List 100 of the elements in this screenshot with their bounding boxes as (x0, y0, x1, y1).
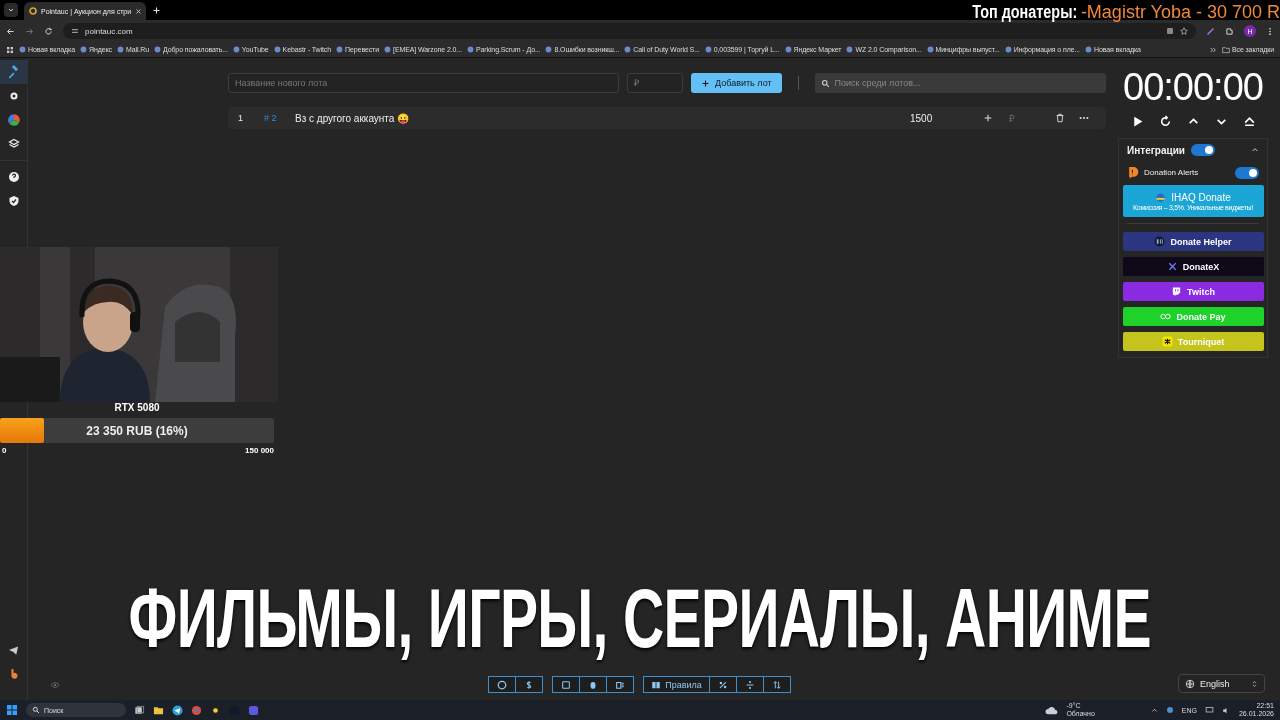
apps-icon[interactable] (6, 45, 14, 54)
favicon-icon (336, 46, 344, 53)
favicon-icon (624, 46, 632, 53)
integration-label: Donation Alerts (1144, 168, 1199, 177)
alert-logo-icon (1127, 166, 1140, 179)
github-button[interactable] (488, 676, 517, 693)
lot-id: # 2 (264, 113, 278, 123)
overlay-label: Топ донатеры: (971, 2, 1077, 23)
plus-icon (701, 78, 710, 88)
divide-button[interactable] (735, 676, 764, 693)
sort-button[interactable] (762, 676, 791, 693)
close-icon[interactable] (135, 7, 143, 15)
overlay-value: -Magistr Yoba - 30 700 R (1080, 2, 1280, 23)
globe-icon (1185, 678, 1195, 689)
box-icon (561, 679, 572, 690)
search-icon (32, 706, 40, 714)
progress-label: 23 350 RUB (16%) (86, 423, 188, 438)
restart-icon[interactable] (1158, 115, 1172, 128)
windows-icon[interactable] (6, 704, 18, 716)
pie-chart-icon[interactable] (6, 113, 21, 127)
favicon-icon (232, 46, 240, 53)
sort-icon (771, 679, 782, 690)
app-icon[interactable] (210, 704, 221, 716)
donate-button[interactable] (515, 676, 544, 693)
favicon-icon (704, 46, 712, 53)
book-icon (651, 679, 662, 690)
integration-button[interactable]: Twitch (1122, 282, 1264, 301)
browser-icon[interactable] (191, 704, 202, 716)
chevron-up-icon (1251, 146, 1259, 154)
gavel-icon[interactable] (6, 65, 21, 79)
tab-menu-button[interactable] (4, 3, 18, 17)
monitor-icon[interactable] (1204, 705, 1214, 715)
chevrons-icon (1208, 45, 1217, 54)
rules-button[interactable]: Правила (643, 676, 710, 693)
eye-icon[interactable] (50, 680, 60, 690)
more-icon[interactable] (1266, 26, 1274, 36)
twitch-icon (1171, 286, 1183, 297)
favicon-icon (19, 46, 26, 53)
favicon-icon (1004, 46, 1012, 53)
add-lot-button[interactable]: Добавить лот (691, 73, 782, 93)
eject-icon[interactable] (1242, 115, 1256, 128)
min-label: 0 (2, 446, 7, 455)
x-icon (1166, 261, 1178, 272)
favicon-icon (153, 46, 161, 53)
integration-button[interactable]: DonateX (1122, 257, 1264, 276)
extensions-icon[interactable] (1225, 26, 1234, 36)
folder-icon (1221, 45, 1230, 54)
goal-title: RTX 5080 (113, 402, 161, 413)
integration-button[interactable]: Donate Helper (1122, 232, 1264, 251)
new-tab-icon[interactable] (152, 5, 161, 15)
folder-icon[interactable] (153, 704, 164, 716)
bug-report-button[interactable] (579, 676, 608, 693)
layers-icon[interactable] (7, 138, 20, 150)
search-icon (820, 79, 830, 88)
updown-icon (1251, 679, 1258, 688)
clear-button[interactable] (606, 676, 635, 693)
address-bar[interactable]: pointauc.com (63, 23, 1196, 39)
help-icon[interactable] (7, 171, 20, 183)
chevron-icon (7, 6, 15, 14)
lot-name-field[interactable]: Название нового лота (228, 73, 619, 93)
plus-icon (983, 113, 993, 123)
divide-icon (744, 679, 755, 690)
tray-icon[interactable] (1165, 706, 1174, 714)
favicon-icon (79, 46, 87, 53)
send-icon[interactable] (172, 704, 183, 716)
language-select[interactable]: English (1178, 674, 1265, 693)
chevron-up-icon[interactable] (1150, 706, 1158, 714)
favicon-icon (846, 46, 854, 53)
percent-icon (717, 679, 728, 690)
site-settings-icon (71, 27, 79, 35)
search-field[interactable]: Поиск среди лотов... (814, 73, 1106, 93)
feather-icon[interactable] (1206, 26, 1215, 36)
lot-amount: 1500 (910, 112, 934, 124)
shield-icon[interactable] (7, 195, 20, 207)
back-icon[interactable] (6, 26, 15, 36)
favicon-icon (545, 46, 553, 53)
list-icon (615, 679, 626, 690)
percent-button[interactable] (708, 676, 737, 693)
favicon-icon (116, 46, 124, 53)
favicon-icon (273, 46, 281, 53)
reload-icon[interactable] (44, 26, 53, 36)
bookmarks-overflow-icon[interactable] (1208, 45, 1217, 54)
toggle-switch[interactable] (1235, 166, 1259, 179)
send-icon[interactable] (8, 644, 19, 656)
toggle-switch[interactable] (1190, 144, 1215, 156)
site-icon (29, 7, 37, 15)
collapse-button[interactable] (1251, 146, 1259, 154)
favicon-icon (1084, 46, 1092, 53)
lot-name: Вз с другого аккаунта 😛 (295, 112, 411, 124)
link-icon (1160, 311, 1172, 322)
lot-number: 1 (238, 113, 244, 123)
favicon-icon (784, 46, 792, 53)
forward-icon[interactable] (25, 26, 34, 36)
overlay-caption: ФИЛЬМЫ, ИГРЫ, СЕРИАЛЫ, АНИМЕ (128, 570, 1152, 667)
price-field[interactable]: ₽ (627, 73, 683, 93)
task-view-icon[interactable] (134, 704, 145, 716)
timer: 00:00:00 (1123, 66, 1263, 109)
logo-icon (1154, 236, 1166, 247)
favicon-icon (384, 46, 392, 53)
import-button[interactable] (552, 676, 581, 693)
